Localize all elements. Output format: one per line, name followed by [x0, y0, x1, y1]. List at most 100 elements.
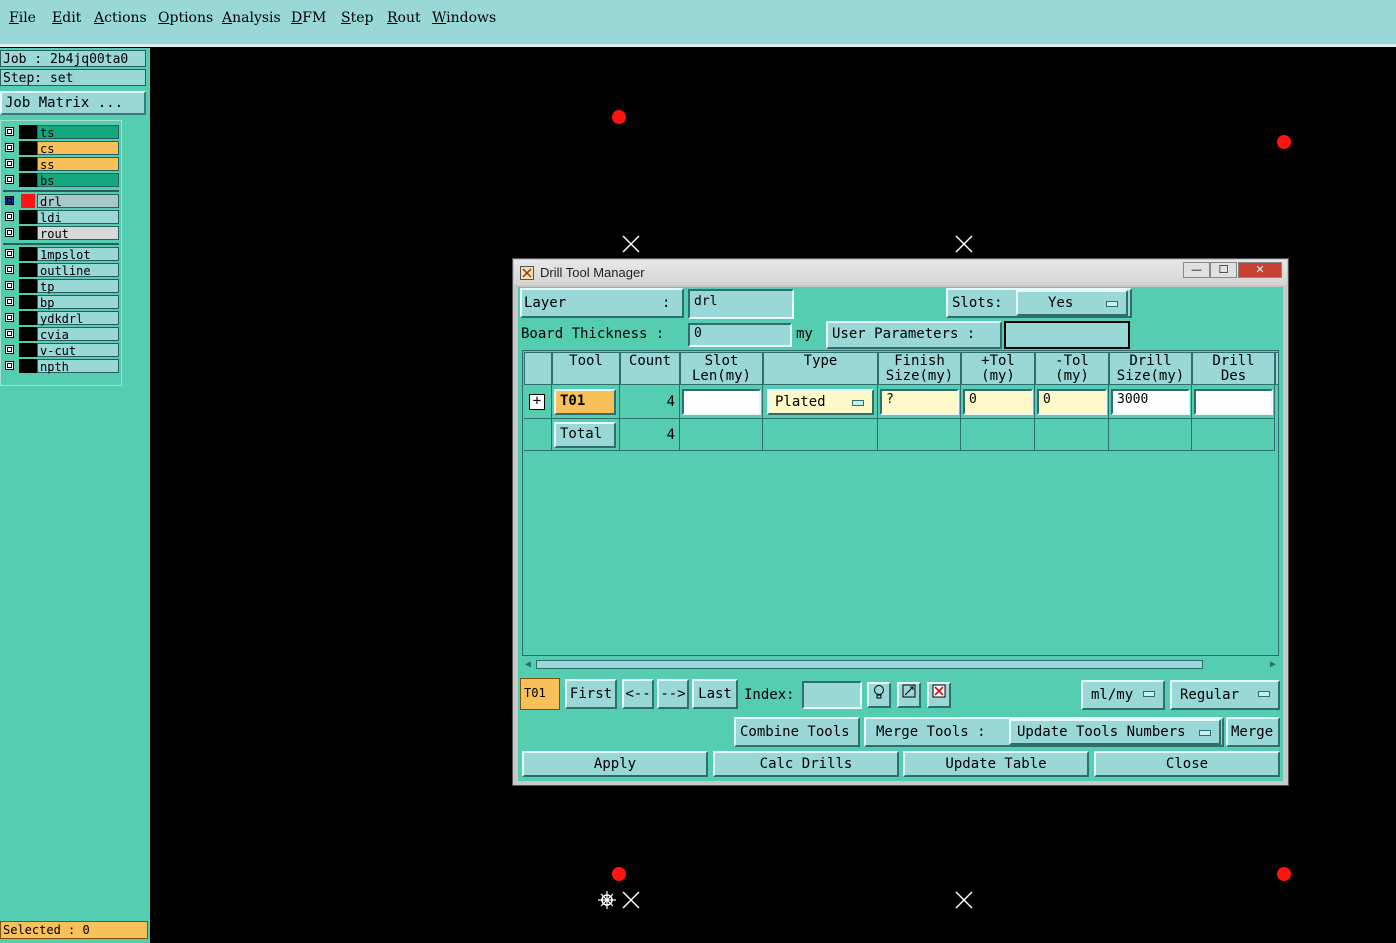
- last-button[interactable]: Last: [692, 679, 738, 709]
- scroll-right-icon[interactable]: ▶: [1267, 659, 1279, 671]
- close-button[interactable]: Close: [1094, 751, 1280, 777]
- update-table-button[interactable]: Update Table: [903, 751, 1089, 777]
- delete-icon[interactable]: [927, 682, 951, 708]
- drill-hole: [1277, 867, 1291, 881]
- layer-row-bs[interactable]: bs: [3, 173, 119, 188]
- scroll-left-icon[interactable]: ◀: [522, 659, 534, 671]
- combine-tools-button[interactable]: Combine Tools: [734, 717, 860, 747]
- layer-row-bp[interactable]: bp: [3, 295, 119, 310]
- layer-row-ydkdrl[interactable]: ydkdrl: [3, 311, 119, 326]
- scrollbar-thumb[interactable]: [536, 660, 1203, 669]
- layer-row-cvia[interactable]: cvia: [3, 327, 119, 342]
- mode-dropdown[interactable]: Regular: [1170, 680, 1280, 710]
- finish-size-input[interactable]: ?: [880, 389, 959, 415]
- layer-checkbox[interactable]: [5, 175, 14, 184]
- layer-name[interactable]: cvia: [37, 327, 119, 342]
- layer-row-drl[interactable]: drl: [3, 194, 119, 209]
- layer-checkbox[interactable]: [5, 228, 14, 237]
- user-parameters-field[interactable]: [1004, 321, 1130, 349]
- menu-file[interactable]: File: [9, 10, 36, 26]
- units-dropdown[interactable]: ml/my: [1081, 680, 1165, 710]
- layer-name[interactable]: 1mpslot: [37, 247, 119, 262]
- menu-step[interactable]: Step: [341, 10, 373, 26]
- layer-row-rout[interactable]: rout: [3, 226, 119, 241]
- layer-row-v-cut[interactable]: v-cut: [3, 343, 119, 358]
- menu-rout[interactable]: Rout: [387, 10, 421, 26]
- layer-checkbox[interactable]: [5, 281, 14, 290]
- layer-color-swatch: [19, 263, 37, 277]
- layer-name[interactable]: bp: [37, 295, 119, 310]
- layer-checkbox[interactable]: [5, 212, 14, 221]
- layer-name[interactable]: ldi: [37, 210, 119, 225]
- apply-button[interactable]: Apply: [522, 751, 708, 777]
- layer-checkbox[interactable]: [5, 345, 14, 354]
- menu-dfm[interactable]: DFM: [291, 10, 326, 26]
- drill-des-input[interactable]: [1194, 389, 1273, 415]
- layer-row-ss[interactable]: ss: [3, 157, 119, 172]
- zoom-fit-icon[interactable]: [897, 682, 921, 708]
- menu-options[interactable]: Options: [158, 10, 213, 26]
- layer-name[interactable]: ts: [37, 125, 119, 140]
- layer-name[interactable]: tp: [37, 279, 119, 294]
- layer-checkbox[interactable]: [5, 265, 14, 274]
- prev-button[interactable]: <--: [622, 679, 654, 709]
- merge-button[interactable]: Merge: [1226, 717, 1280, 747]
- layer-name[interactable]: ss: [37, 157, 119, 172]
- layer-checkbox[interactable]: [5, 143, 14, 152]
- layer-checkbox[interactable]: [5, 127, 14, 136]
- layer-checkbox[interactable]: [5, 297, 14, 306]
- layer-name[interactable]: npth: [37, 359, 119, 374]
- minus-tol-input[interactable]: 0: [1037, 389, 1107, 415]
- dialog-titlebar[interactable]: Drill Tool Manager — ☐ ✕: [514, 260, 1287, 285]
- plus-tol-input[interactable]: 0: [963, 389, 1033, 415]
- layer-checkbox[interactable]: [5, 313, 14, 322]
- layer-name[interactable]: bs: [37, 173, 119, 188]
- layer-name[interactable]: cs: [37, 141, 119, 156]
- type-dropdown[interactable]: Plated: [767, 389, 874, 415]
- layer-row-outline[interactable]: outline: [3, 263, 119, 278]
- lightbulb-icon[interactable]: [867, 682, 891, 708]
- layer-name[interactable]: ydkdrl: [37, 311, 119, 326]
- calc-drills-button[interactable]: Calc Drills: [713, 751, 899, 777]
- drill-size-input[interactable]: 3000: [1111, 389, 1190, 415]
- menu-edit[interactable]: Edit: [52, 10, 81, 26]
- slots-dropdown[interactable]: Yes: [1016, 290, 1128, 316]
- layer-checkbox[interactable]: [5, 196, 14, 205]
- layer-checkbox[interactable]: [5, 249, 14, 258]
- merge-option-dropdown[interactable]: Update Tools Numbers: [1009, 719, 1221, 745]
- first-button[interactable]: First: [565, 679, 617, 709]
- layer-row-ldi[interactable]: ldi: [3, 210, 119, 225]
- menu-windows[interactable]: Windows: [432, 10, 496, 26]
- tool-table: Tool Count Slot Len(my) Type Finish Size(m…: [522, 350, 1279, 656]
- units-value: ml/my: [1091, 687, 1134, 703]
- layer-checkbox[interactable]: [5, 329, 14, 338]
- horizontal-scrollbar[interactable]: ◀ ▶: [522, 659, 1279, 671]
- expand-row-icon[interactable]: +: [529, 394, 545, 410]
- layer-name[interactable]: rout: [37, 226, 119, 241]
- menu-bar: File Edit Actions Options Analysis DFM S…: [0, 0, 1396, 47]
- layer-name[interactable]: drl: [37, 194, 119, 209]
- minimize-button[interactable]: —: [1183, 262, 1210, 278]
- user-parameters-button[interactable]: User Parameters :: [826, 321, 1002, 349]
- layer-row-tp[interactable]: tp: [3, 279, 119, 294]
- menu-analysis[interactable]: Analysis: [222, 10, 281, 26]
- layer-row-cs[interactable]: cs: [3, 141, 119, 156]
- index-field[interactable]: [802, 681, 862, 709]
- layer-row-1mpslot[interactable]: 1mpslot: [3, 247, 119, 262]
- layer-row-npth[interactable]: npth: [3, 359, 119, 374]
- layer-color-swatch: [19, 343, 37, 357]
- layer-name[interactable]: v-cut: [37, 343, 119, 358]
- menu-actions[interactable]: Actions: [94, 10, 147, 26]
- layer-checkbox[interactable]: [5, 159, 14, 168]
- next-button[interactable]: -->: [657, 679, 689, 709]
- layer-row-ts[interactable]: ts: [3, 125, 119, 140]
- job-matrix-button[interactable]: Job Matrix ...: [0, 91, 146, 115]
- close-window-button[interactable]: ✕: [1238, 262, 1282, 278]
- maximize-button[interactable]: ☐: [1210, 262, 1237, 278]
- layer-field[interactable]: drl: [688, 289, 794, 319]
- board-thickness-field[interactable]: 0: [688, 323, 792, 347]
- layer-name[interactable]: outline: [37, 263, 119, 278]
- tool-cell[interactable]: T01: [554, 389, 616, 415]
- slot-len-input[interactable]: [682, 389, 761, 415]
- layer-checkbox[interactable]: [5, 361, 14, 370]
